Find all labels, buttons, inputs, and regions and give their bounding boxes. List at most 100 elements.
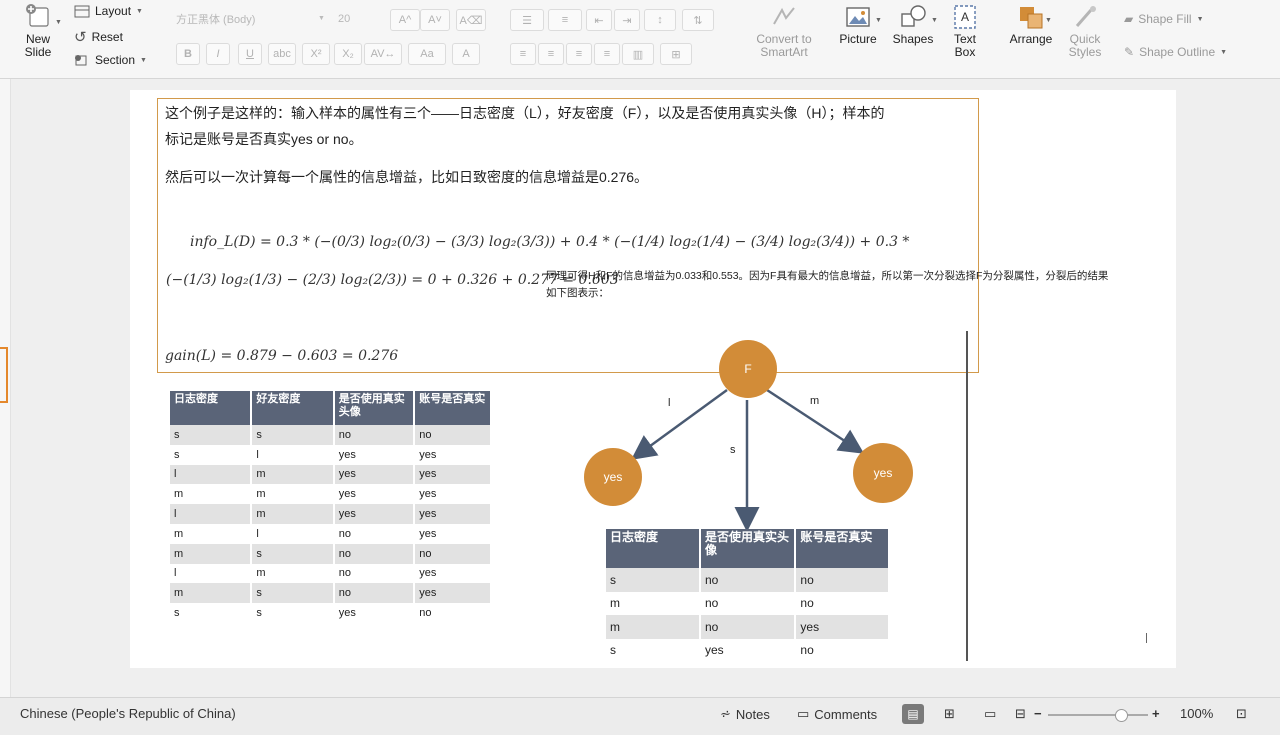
shape-fill-button[interactable]: ▰ Shape Fill ▼ — [1124, 12, 1204, 26]
new-slide-button[interactable]: New Slide — [18, 4, 58, 59]
shapes-icon — [901, 5, 926, 27]
slideshow-icon[interactable]: ⊟ — [1015, 706, 1026, 722]
table-cell: yes — [414, 444, 492, 465]
zoom-slider-thumb[interactable] — [1115, 709, 1128, 722]
table-header: 账号是否真实 — [795, 529, 890, 568]
comments-button[interactable]: ▭ Comments — [797, 706, 877, 722]
table-cell: no — [414, 543, 492, 564]
shapes-label: Shapes — [892, 32, 934, 46]
table-cell: s — [251, 603, 335, 623]
clear-formatting-icon[interactable]: A⌫ — [456, 9, 486, 31]
current-slide-marker[interactable] — [0, 347, 8, 403]
character-spacing-icon[interactable]: AV↔ — [364, 43, 402, 65]
shape-outline-label: Shape Outline — [1139, 45, 1216, 59]
superscript-icon[interactable]: X² — [302, 43, 330, 65]
layout-button[interactable]: Layout ▼ — [74, 4, 143, 18]
zoom-level[interactable]: 100% — [1180, 706, 1213, 721]
edge-label-m: m — [810, 395, 820, 407]
language-label: Chinese (People's Republic of China) — [20, 706, 236, 721]
zoom-slider[interactable] — [1048, 709, 1148, 722]
table-row: m l no yes — [170, 523, 492, 544]
zoom-out-icon[interactable]: − — [1034, 706, 1042, 721]
text-box-button[interactable]: A Text Box — [946, 4, 984, 59]
section-label: Section — [95, 53, 136, 67]
increase-font-size-icon[interactable]: A^ — [390, 9, 420, 31]
svg-text:A: A — [961, 10, 969, 24]
language-indicator[interactable]: Chinese (People's Republic of China) — [20, 706, 236, 721]
table-header: 日志密度 — [606, 529, 701, 568]
intro-paragraph-line2: 标记是账号是否真实yes or no。 — [165, 131, 363, 147]
font-size-field[interactable]: 20 — [338, 10, 376, 28]
decrease-indent-icon[interactable]: ⇤ — [586, 9, 612, 31]
table-row: m no no — [606, 591, 890, 615]
zoom-in-icon[interactable]: + — [1152, 706, 1160, 721]
table-cell: yes — [414, 484, 492, 505]
decrease-font-size-icon[interactable]: A˅ — [420, 9, 450, 31]
increase-indent-icon[interactable]: ⇥ — [614, 9, 640, 31]
font-color-icon[interactable]: A — [452, 43, 480, 65]
picture-dropdown-icon[interactable]: ▼ — [875, 17, 882, 24]
reset-button[interactable]: ↺ Reset — [74, 28, 123, 46]
font-name-field[interactable]: 方正黑体 (Body) — [176, 10, 311, 28]
align-text-icon[interactable]: ⊞ — [660, 43, 692, 65]
shapes-dropdown-icon[interactable]: ▼ — [931, 17, 938, 24]
text-box-label: Text Box — [953, 32, 976, 59]
table-cell: s — [170, 425, 253, 445]
convert-smartart-button[interactable]: Convert to SmartArt — [752, 4, 816, 59]
table-cell: s — [606, 568, 701, 592]
align-center-icon[interactable]: ≡ — [538, 43, 564, 65]
new-slide-dropdown-icon[interactable]: ▼ — [55, 19, 62, 26]
table-cell: no — [414, 425, 492, 445]
tree-right-leaf[interactable]: yes — [853, 443, 913, 503]
table-cell: no — [333, 563, 416, 584]
justify-icon[interactable]: ≡ — [594, 43, 620, 65]
table-row: l m yes yes — [170, 464, 492, 485]
quick-styles-button[interactable]: Quick Styles — [1062, 4, 1108, 59]
table-cell: m — [251, 484, 335, 505]
align-right-icon[interactable]: ≡ — [566, 43, 592, 65]
tree-root-node[interactable]: F — [719, 340, 777, 398]
section-button[interactable]: Section ▼ — [74, 53, 147, 67]
reading-view-icon[interactable]: ▭ — [984, 706, 996, 722]
slide-sorter-icon[interactable]: ⊞ — [944, 706, 955, 722]
bold-icon[interactable]: B — [176, 43, 200, 65]
table-row: s yes no — [606, 638, 890, 662]
italic-icon[interactable]: I — [206, 43, 230, 65]
table-row: l m yes yes — [170, 504, 492, 524]
shapes-button[interactable]: Shapes — [890, 4, 936, 46]
edge-label-l: l — [668, 397, 671, 409]
tree-left-leaf[interactable]: yes — [584, 448, 642, 506]
table-cell: m — [170, 523, 253, 544]
numbering-icon[interactable]: ≡ — [548, 9, 582, 31]
fit-to-window-icon[interactable]: ⊡ — [1236, 706, 1247, 722]
smartart-icon — [773, 7, 795, 25]
sample-table[interactable]: 日志密度 好友密度 是否使用真实头像 账号是否真实 s s no no s l yes yes… — [170, 391, 492, 623]
change-case-icon[interactable]: Aa — [408, 43, 446, 65]
align-left-icon[interactable]: ≡ — [510, 43, 536, 65]
table-cell: yes — [414, 464, 492, 485]
bullets-icon[interactable]: ☰ — [510, 9, 544, 31]
arrange-button[interactable]: Arrange — [1004, 4, 1058, 46]
table-row: m m yes yes — [170, 484, 492, 505]
table-header: 是否使用真实头像 — [333, 391, 416, 425]
subscript-icon[interactable]: X₂ — [334, 43, 362, 65]
strikethrough-icon[interactable]: abc — [268, 43, 296, 65]
subset-table-s[interactable]: 日志密度 是否使用真实头像 账号是否真实 s no no m no no m no yes s ye… — [606, 529, 890, 662]
table-cell: no — [333, 543, 416, 564]
note-line2: 如下图表示： — [546, 287, 609, 299]
shape-outline-button[interactable]: ✎ Shape Outline ▼ — [1124, 45, 1227, 59]
notes-label: Notes — [735, 706, 770, 722]
normal-view-icon[interactable]: ▤ — [902, 704, 924, 724]
shape-fill-icon: ▰ — [1124, 12, 1134, 26]
quick-styles-icon — [1075, 6, 1096, 27]
arrange-dropdown-icon[interactable]: ▼ — [1045, 17, 1052, 24]
underline-icon[interactable]: U — [238, 43, 262, 65]
font-name-dropdown-icon[interactable]: ▼ — [318, 15, 325, 22]
columns-icon[interactable]: ▥ — [622, 43, 654, 65]
text-direction-icon[interactable]: ⇅ — [682, 9, 714, 31]
notes-button[interactable]: ⩫ Notes — [720, 706, 770, 722]
picture-button[interactable]: Picture — [836, 4, 880, 46]
table-cell: m — [170, 484, 253, 505]
table-cell: m — [606, 615, 701, 639]
line-spacing-icon[interactable]: ↕ — [644, 9, 676, 31]
